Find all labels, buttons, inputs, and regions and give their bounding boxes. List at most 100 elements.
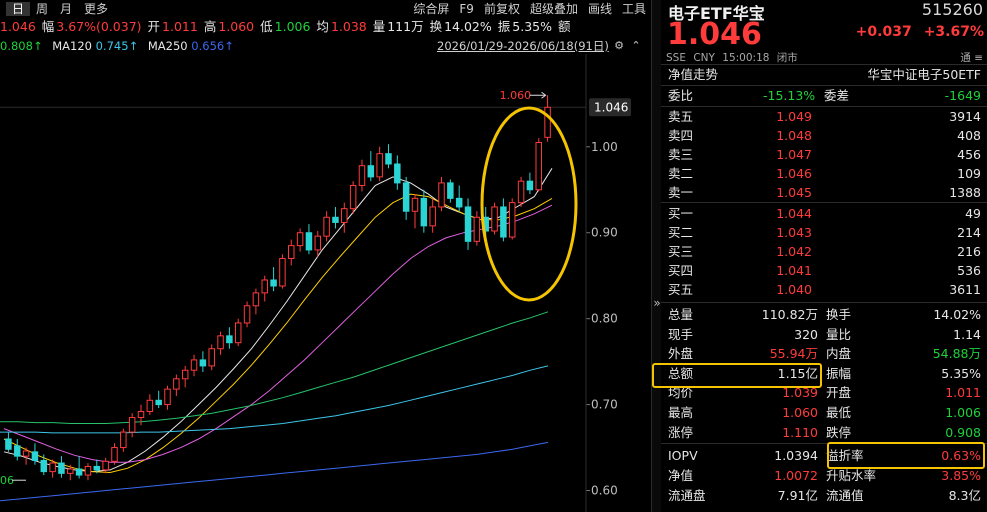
high-label: 高 [203, 19, 217, 34]
stat-value: 320 [794, 326, 818, 342]
candle-up [252, 292, 260, 307]
tab-monthly[interactable]: 月 [54, 2, 78, 16]
candle-up [120, 431, 127, 449]
volume-value: 111万 [387, 19, 424, 34]
candle-down [14, 445, 21, 457]
candle-up [261, 279, 268, 294]
panel-splitter[interactable]: » [651, 0, 661, 512]
candle-up [358, 165, 366, 186]
stat-value: 1.060 [782, 405, 818, 420]
high-value: 1.060 [218, 19, 255, 34]
candle-up [341, 208, 348, 223]
nav-trend-link[interactable]: 净值走势 [668, 65, 718, 84]
candle-up [234, 322, 242, 344]
candle-up [349, 184, 357, 210]
candle-up [296, 232, 304, 247]
stat-value: 8.3亿 [948, 488, 981, 503]
market-info: SSE CNY 15:00:18 闭市 [666, 50, 802, 65]
ask-volume: 1388 [949, 185, 981, 200]
bid-volume: 49 [965, 206, 981, 221]
candle-up [535, 142, 542, 191]
ask-price: 1.048 [776, 128, 812, 143]
ask-row: 卖四 1.048 408 [661, 126, 987, 145]
stat-label: 流通盘 [668, 488, 706, 503]
stat-label: 跌停 [826, 424, 852, 440]
bid-row: 买一 1.044 49 [661, 204, 987, 223]
y-tick-label: 0.70 [591, 398, 618, 412]
open-label: 开 [147, 19, 161, 34]
stat-value: 54.88万 [932, 346, 981, 362]
tab-daily[interactable]: 日 [6, 2, 31, 16]
market-code: SSE [666, 52, 686, 64]
bid-volume: 216 [957, 244, 981, 259]
quote-price: 1.046 [0, 19, 36, 34]
tracked-index-name[interactable]: 华宝中证电子50ETF [867, 65, 981, 84]
stat-label: 最高 [668, 405, 694, 420]
candle-up [181, 369, 189, 380]
order-ratio-row: 委比 -15.13% 委差 -1649 [661, 86, 987, 105]
ma120-value: 0.745 [95, 39, 129, 53]
stat-value: 1.011 [945, 385, 981, 401]
turnover-label: 换 [429, 19, 443, 34]
low-value: 1.006 [274, 19, 311, 34]
change-value: +0.037 [855, 24, 912, 40]
bid-volume: 536 [957, 263, 981, 278]
stat-row: 涨停 1.110 跌停 0.908 [661, 423, 987, 442]
stat-value: 1.006 [945, 405, 981, 420]
candle-down [226, 335, 233, 344]
current-price-tag-label: 1.046 [594, 100, 628, 114]
composite-screen-button[interactable]: 综合屏 [408, 2, 454, 16]
tools-button[interactable]: 工具 [617, 2, 651, 16]
bid-volume: 214 [957, 225, 981, 240]
kline-chart[interactable]: 1.00 0.90 0.80 0.70 0.60 1.060 06 1.046 [0, 54, 651, 512]
candle-up [438, 182, 445, 208]
candle-down [500, 206, 507, 238]
stat-value: 1.110 [782, 424, 818, 440]
super-overlay-button[interactable]: 超级叠加 [525, 2, 583, 16]
candle-up [473, 216, 481, 242]
stat-label: 量比 [826, 326, 852, 342]
candle-up [102, 460, 109, 471]
candle-up [491, 206, 498, 232]
range-value: 3.67%(0.037) [56, 19, 142, 34]
forward-adjust-button[interactable]: 前复权 [479, 2, 525, 16]
tab-more[interactable]: 更多 [78, 2, 114, 16]
date-range[interactable]: 2026/01/29-2026/06/18(91日) [437, 38, 609, 54]
candle-up [217, 335, 224, 350]
candle-up [376, 153, 383, 178]
turnover-value: 14.02% [444, 19, 492, 34]
tab-weekly[interactable]: 周 [30, 2, 54, 16]
draw-line-button[interactable]: 画线 [583, 2, 617, 16]
candle-up [128, 416, 136, 433]
menu-icon[interactable]: ≡ [974, 52, 983, 64]
amount-label: 额 [557, 19, 571, 34]
candle-down [394, 163, 401, 184]
stat-label: IOPV [668, 448, 698, 463]
gear-icon[interactable]: ⚙ [613, 40, 625, 52]
ask-price: 1.047 [776, 147, 812, 162]
change-percent: +3.67% [923, 24, 984, 40]
bid-row: 买四 1.041 536 [661, 261, 987, 280]
open-value: 1.011 [162, 19, 198, 34]
f9-button[interactable]: F9 [454, 2, 479, 16]
candle-down [31, 451, 39, 461]
bid-level-label: 买四 [668, 263, 694, 278]
candle-up [314, 235, 322, 251]
ask-level-label: 卖一 [668, 185, 694, 200]
bid-level-label: 买一 [668, 206, 694, 221]
stat-value: 1.14 [953, 326, 981, 342]
stat-label: 总量 [668, 307, 694, 322]
candle-down [455, 197, 463, 208]
flag-icons: 通 ≡ [960, 50, 983, 65]
stat-row: 现手 320 量比 1.14 [661, 325, 987, 344]
collapse-up-icon[interactable]: ⌃ [630, 40, 642, 52]
candle-up [323, 216, 330, 237]
candle-down [305, 232, 313, 251]
stat-label: 净值 [668, 468, 694, 483]
stat-value: 5.35% [941, 365, 981, 381]
tool-buttons: 综合屏 F9 前复权 超级叠加 画线 工具 [408, 2, 651, 16]
stat-label: 最低 [826, 405, 852, 420]
ask-row: 卖一 1.045 1388 [661, 183, 987, 202]
bid-price: 1.043 [776, 225, 812, 240]
ma250-value: 0.656 [191, 39, 225, 53]
